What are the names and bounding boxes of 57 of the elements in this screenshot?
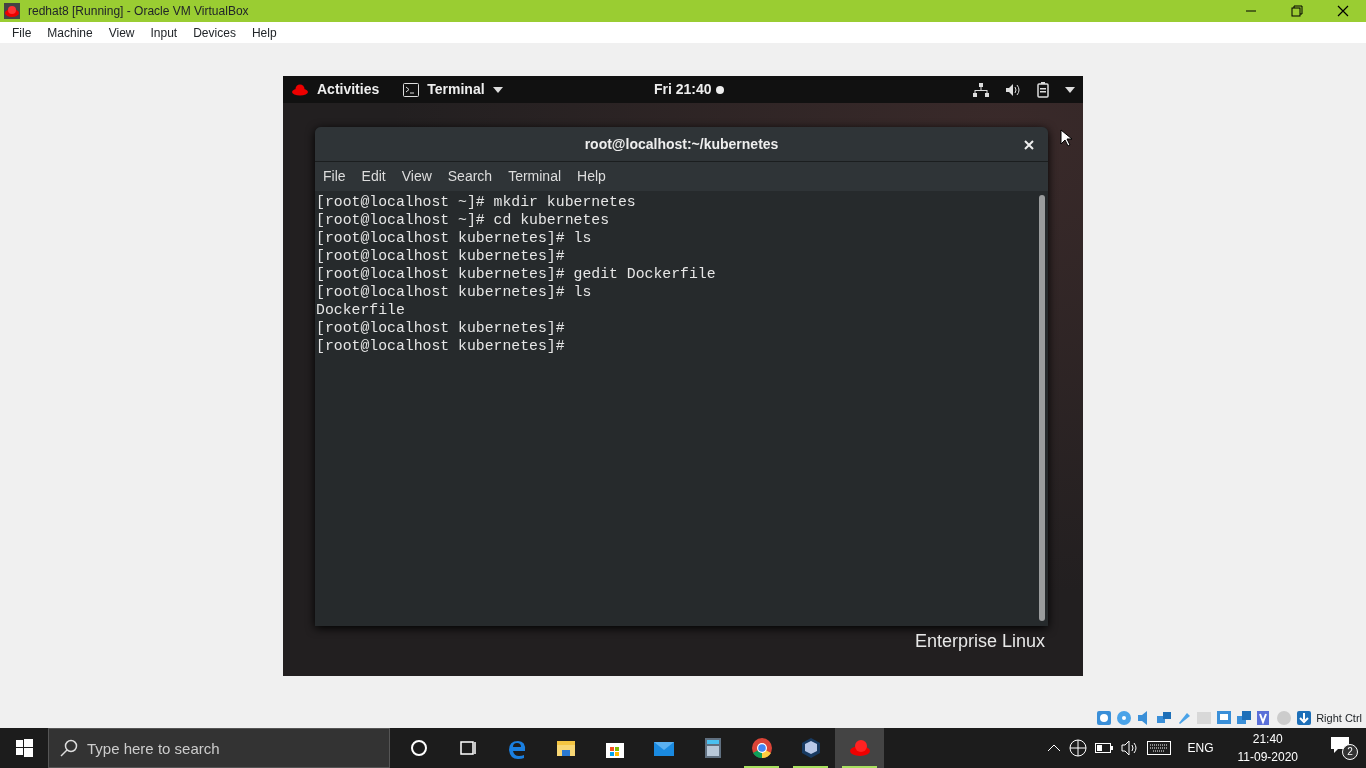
terminal-line: [root@localhost kubernetes]# (316, 337, 566, 355)
browser-icon (749, 736, 774, 760)
search-icon (60, 739, 78, 757)
caret-icon (492, 86, 503, 93)
battery-icon[interactable] (1037, 81, 1049, 98)
menu-item[interactable]: Help (569, 166, 614, 187)
terminal-line: [root@localhost kubernetes]# ls (316, 283, 593, 301)
terminal-line: [root@localhost kubernetes]# (316, 319, 566, 337)
terminal-line: [root@localhost ~]# mkdir kubernetes (316, 193, 637, 211)
menu-item[interactable]: Search (439, 166, 501, 187)
activities-button[interactable]: Activities (317, 79, 380, 100)
pointer-icon (1060, 129, 1072, 147)
menu-item[interactable]: Devices (185, 23, 244, 42)
clock[interactable]: Fri 21:40 (654, 79, 712, 100)
menu-item[interactable]: View (100, 23, 143, 42)
menu-item[interactable]: Help (243, 23, 285, 42)
search-field[interactable]: Type here to search (48, 728, 390, 768)
terminal-icon (403, 82, 420, 97)
menu-item[interactable]: View (393, 166, 440, 187)
scrollbar[interactable] (1039, 195, 1045, 621)
terminal-line: [root@localhost ~]# cd kubernetes (316, 211, 611, 229)
menu-item[interactable]: File (4, 23, 40, 42)
hat-icon (4, 3, 20, 19)
keyboard-icon[interactable] (1147, 741, 1172, 755)
terminal-line: [root@localhost kubernetes]# gedit Dockerfile (316, 265, 717, 283)
volume-icon[interactable] (1121, 740, 1140, 756)
wallpaper-text: Enterprise Linux (914, 630, 1045, 653)
notification-button[interactable]: 2 (1330, 735, 1358, 761)
menu-item[interactable]: Edit (353, 166, 394, 187)
language-indicator[interactable]: ENG (1187, 739, 1214, 757)
time: 21:40 (1252, 731, 1283, 748)
window-title: redhat8 [Running] - Oracle VM VirtualBox (28, 3, 249, 20)
dot-icon (715, 85, 724, 94)
hat-icon (291, 83, 309, 96)
menu-item[interactable]: File (315, 166, 354, 187)
app-menu[interactable]: Terminal (427, 79, 485, 100)
monitor-icon[interactable] (1216, 710, 1233, 726)
date: 11-09-2020 (1237, 749, 1298, 766)
terminal-line: [root@localhost kubernetes]# (316, 247, 566, 265)
vm-screen[interactable] (283, 76, 1083, 676)
menu-item[interactable]: Machine (39, 23, 101, 42)
notification-count: 2 (1342, 744, 1358, 761)
globe-icon[interactable] (1069, 739, 1088, 757)
clock[interactable]: 21:40 11-09-2020 (1237, 730, 1298, 766)
arrow-down-icon[interactable] (1296, 710, 1313, 726)
battery-icon[interactable] (1095, 743, 1114, 753)
caret-icon[interactable] (1065, 86, 1075, 93)
taskbar-button[interactable] (835, 728, 884, 768)
volume-icon[interactable] (1005, 82, 1021, 97)
menu-item[interactable]: Terminal (500, 166, 570, 187)
terminal-line: Dockerfile (316, 301, 406, 319)
menu-item[interactable]: Input (142, 23, 186, 42)
terminal-title: root@localhost:~/kubernetes (584, 134, 779, 154)
chevron-up-icon[interactable] (1047, 744, 1062, 752)
terminal-line: [root@localhost kubernetes]# ls (316, 229, 593, 247)
close-icon[interactable] (1024, 140, 1034, 150)
host-key-label: Right Ctrl (1316, 710, 1362, 726)
